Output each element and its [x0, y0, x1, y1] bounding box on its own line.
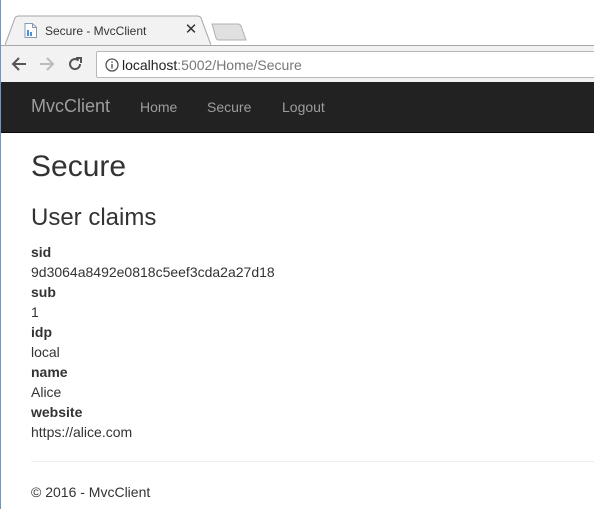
claims-list: sid 9d3064a8492e0818c5eef3cda2a27d18 sub… [31, 242, 571, 442]
claim-type: idp [31, 324, 52, 340]
nav-link-logout[interactable]: Logout [282, 99, 325, 115]
back-arrow-icon [11, 57, 26, 71]
claim-value: 1 [31, 304, 39, 320]
navbar-brand[interactable]: MvcClient [31, 96, 110, 117]
claim-type: website [31, 404, 83, 420]
claim-value: https://alice.com [31, 424, 133, 440]
claim-value: 9d3064a8492e0818c5eef3cda2a27d18 [31, 264, 275, 280]
browser-window: Secure - MvcClient ✕ localhost:5002/Home… [0, 0, 594, 509]
info-icon[interactable] [105, 58, 119, 72]
back-button[interactable] [9, 54, 29, 74]
footer-text: © 2016 - MvcClient [31, 484, 151, 500]
claim-type: name [31, 364, 68, 380]
url-path: :5002/Home/Secure [177, 57, 302, 73]
section-title: User claims [31, 204, 157, 231]
nav-link-secure[interactable]: Secure [207, 99, 251, 115]
reload-button[interactable] [65, 54, 85, 74]
forward-arrow-icon [40, 57, 55, 71]
page-icon [24, 23, 37, 38]
url-text[interactable]: localhost:5002/Home/Secure [122, 57, 302, 73]
claim-value: Alice [31, 384, 62, 400]
address-bar[interactable]: localhost:5002/Home/Secure [96, 51, 594, 78]
footer-divider [31, 461, 594, 462]
new-tab-button[interactable] [211, 23, 247, 41]
close-icon[interactable]: ✕ [184, 22, 198, 38]
browser-toolbar: localhost:5002/Home/Secure [1, 45, 594, 82]
url-host: localhost [122, 57, 178, 73]
claim-type: sid [31, 244, 52, 260]
tab-title[interactable]: Secure - MvcClient [45, 24, 146, 38]
forward-button[interactable] [37, 54, 57, 74]
tab-strip: Secure - MvcClient ✕ [1, 0, 594, 45]
claim-value: local [31, 344, 60, 360]
claim-type: sub [31, 284, 56, 300]
page-title: Secure [31, 150, 127, 183]
site-navbar: MvcClient Home Secure Logout [1, 82, 594, 133]
reload-icon [69, 57, 82, 71]
nav-link-home[interactable]: Home [140, 99, 177, 115]
